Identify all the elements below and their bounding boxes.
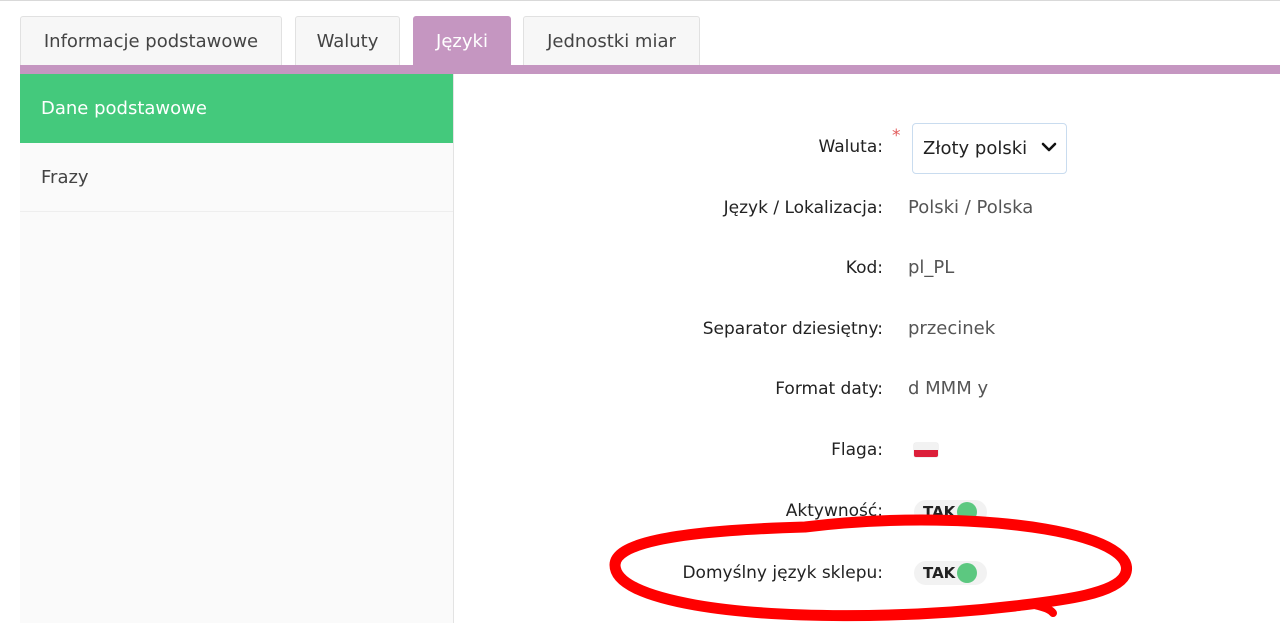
required-star-icon: *	[892, 126, 901, 146]
sidebar: Dane podstawowe Frazy	[20, 74, 454, 623]
flag-label: Flaga:	[831, 440, 883, 460]
page-top-border	[0, 0, 1280, 1]
locale-value: Polski / Polska	[908, 197, 1034, 218]
active-toggle-label: TAK	[923, 503, 956, 521]
tab-jezyki[interactable]: Języki	[413, 16, 511, 65]
decimal-separator-label: Separator dziesiętny:	[702, 319, 883, 339]
active-label: Aktywność:	[785, 501, 883, 521]
default-language-row: Domyślny język sklepu:	[455, 558, 1280, 588]
locale-row: Język / Lokalizacja: Polski / Polska	[455, 193, 1280, 223]
active-row: Aktywność:	[455, 496, 1280, 526]
locale-label: Język / Lokalizacja:	[723, 198, 883, 218]
date-format-row: Format daty: d MMM y	[455, 374, 1280, 404]
flag-row: Flaga:	[455, 435, 1280, 465]
currency-row: Waluta: *	[455, 126, 1280, 162]
poland-flag-icon	[914, 443, 938, 457]
default-language-toggle-label: TAK	[923, 564, 956, 582]
code-value: pl_PL	[908, 257, 955, 278]
sidebar-item-dane-podstawowe[interactable]: Dane podstawowe	[20, 74, 453, 143]
toggle-knob	[957, 563, 977, 583]
tab-waluty[interactable]: Waluty	[295, 16, 400, 65]
chevron-down-icon	[1041, 142, 1057, 152]
active-tab-underline	[20, 65, 1280, 74]
decimal-separator-row: Separator dziesiętny: przecinek	[455, 314, 1280, 344]
default-language-label: Domyślny język sklepu:	[682, 563, 883, 583]
code-row: Kod: pl_PL	[455, 253, 1280, 283]
currency-label: Waluta:	[818, 137, 883, 157]
currency-select[interactable]: Złoty polski	[912, 123, 1067, 174]
decimal-separator-value: przecinek	[908, 318, 996, 339]
currency-select-value: Złoty polski	[923, 138, 1028, 159]
tab-jednostki-miar[interactable]: Jednostki miar	[523, 16, 700, 65]
date-format-value: d MMM y	[908, 378, 989, 399]
toggle-knob	[957, 502, 977, 522]
default-language-toggle[interactable]: TAK	[914, 561, 987, 585]
sidebar-item-frazy[interactable]: Frazy	[20, 143, 453, 212]
tab-informacje-podstawowe[interactable]: Informacje podstawowe	[20, 16, 282, 65]
active-toggle[interactable]: TAK	[914, 500, 987, 524]
date-format-label: Format daty:	[775, 379, 883, 399]
tab-bar: Informacje podstawowe Waluty Języki Jedn…	[20, 16, 1280, 66]
code-label: Kod:	[845, 258, 883, 278]
